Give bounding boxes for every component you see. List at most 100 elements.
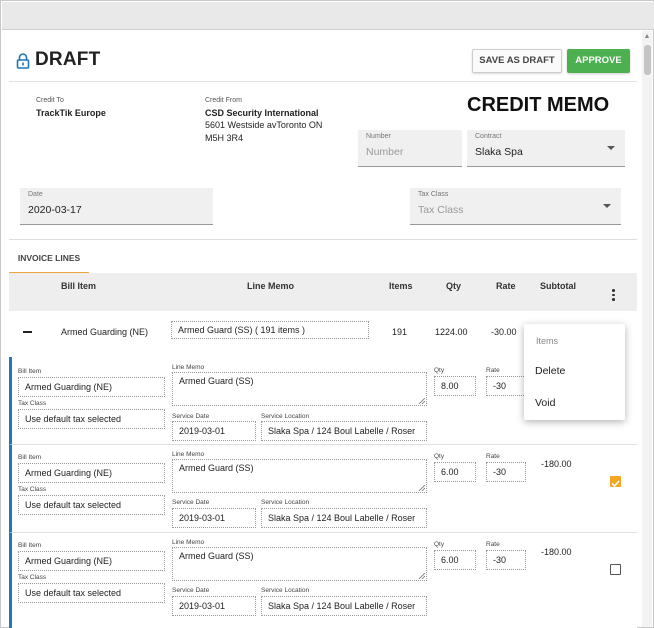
- bill-item-label: Bill Item: [18, 454, 42, 461]
- menu-item-delete[interactable]: Delete: [535, 365, 565, 377]
- tax-class-select-label: Tax Class: [418, 191, 449, 198]
- document-card: Credit To TrackTik Europe Credit From CS…: [9, 81, 637, 239]
- summary-qty: 1224.00: [435, 327, 468, 337]
- number-field[interactable]: Number Number: [358, 130, 462, 167]
- resize-grip-icon[interactable]: [419, 573, 425, 579]
- browser-frame: ▲ DRAFT SAVE AS DRAFT APPROVE Credit To …: [0, 0, 654, 628]
- approve-button[interactable]: APPROVE: [567, 49, 630, 73]
- service-location-input[interactable]: Slaka Spa / 124 Boul Labelle / Roser: [261, 596, 427, 616]
- credit-to-name: TrackTik Europe: [36, 108, 106, 118]
- rate-input[interactable]: -30: [486, 462, 526, 482]
- line-memo-text: Armed Guard (SS): [179, 551, 254, 561]
- date-field-label: Date: [28, 191, 43, 198]
- credit-from-name: CSD Security International: [205, 108, 319, 118]
- tax-class-label: Tax Class: [18, 400, 47, 407]
- qty-input[interactable]: 6.00: [434, 462, 476, 482]
- bill-item-label: Bill Item: [18, 368, 42, 375]
- line-memo-label: Line Memo: [172, 451, 205, 458]
- bill-item-label: Bill Item: [18, 542, 42, 549]
- service-location-label: Service Location: [261, 499, 310, 506]
- line-actions-menu: Items Delete Void: [524, 324, 625, 420]
- col-bill-item: Bill Item: [61, 281, 97, 291]
- line-memo-textarea[interactable]: Armed Guard (SS): [172, 547, 427, 581]
- summary-bill-item: Armed Guarding (NE): [61, 327, 149, 337]
- line-select-checkbox[interactable]: [610, 564, 621, 575]
- contract-select-value: Slaka Spa: [475, 146, 523, 158]
- tab-invoice-lines[interactable]: INVOICE LINES: [9, 250, 89, 274]
- service-date-input[interactable]: 2019-03-01: [172, 596, 256, 616]
- line-memo-label: Line Memo: [172, 364, 205, 371]
- tax-class-input[interactable]: Use default tax selected: [18, 583, 165, 603]
- line-subtotal: -180.00: [541, 459, 572, 469]
- document-type-title: CREDIT MEMO: [467, 94, 610, 116]
- resize-grip-icon[interactable]: [419, 398, 425, 404]
- bill-item-input[interactable]: Armed Guarding (NE): [18, 377, 165, 397]
- qty-label: Qty: [434, 367, 445, 374]
- credit-from-label: Credit From: [205, 97, 242, 104]
- list-item: Bill Item Armed Guarding (NE) Tax Class …: [9, 533, 637, 628]
- qty-label: Qty: [434, 541, 445, 548]
- rate-label: Rate: [486, 367, 500, 374]
- col-subtotal: Subtotal: [540, 281, 576, 291]
- service-date-label: Service Date: [172, 587, 210, 594]
- date-field-value: 2020-03-17: [28, 204, 82, 216]
- chevron-down-icon: [603, 204, 611, 208]
- line-memo-textarea[interactable]: Armed Guard (SS): [172, 459, 427, 493]
- save-as-draft-button[interactable]: SAVE AS DRAFT: [472, 49, 562, 73]
- line-select-checkbox[interactable]: [610, 476, 621, 488]
- rate-label: Rate: [486, 453, 500, 460]
- rate-input[interactable]: -30: [486, 376, 526, 396]
- rate-label: Rate: [486, 541, 500, 548]
- tax-class-input[interactable]: Use default tax selected: [18, 495, 165, 515]
- col-items: Items: [389, 281, 413, 291]
- invoice-lines-panel: INVOICE LINES Bill Item Line Memo Items …: [9, 239, 637, 628]
- service-location-label: Service Location: [261, 413, 310, 420]
- summary-line-memo[interactable]: Armed Guard (SS) ( 191 items ): [171, 321, 369, 339]
- col-rate: Rate: [496, 281, 516, 291]
- menu-header: Items: [536, 336, 559, 346]
- resize-grip-icon[interactable]: [419, 485, 425, 491]
- col-qty: Qty: [446, 281, 462, 291]
- rate-input[interactable]: -30: [486, 550, 526, 570]
- date-field[interactable]: Date 2020-03-17: [20, 188, 213, 225]
- qty-label: Qty: [434, 453, 445, 460]
- line-memo-textarea[interactable]: Armed Guard (SS): [172, 372, 427, 406]
- line-memo-text: Armed Guard (SS): [179, 376, 254, 386]
- table-header: Bill Item Line Memo Items Qty Rate Subto…: [9, 273, 637, 311]
- service-date-input[interactable]: 2019-03-01: [172, 421, 256, 441]
- collapse-minus-icon[interactable]: [23, 331, 32, 333]
- scrollbar-track[interactable]: [642, 31, 652, 627]
- credit-from-address-line1: 5601 Westside avToronto ON: [205, 120, 323, 130]
- summary-items: 191: [392, 327, 408, 337]
- qty-input[interactable]: 6.00: [434, 550, 476, 570]
- service-date-input[interactable]: 2019-03-01: [172, 508, 256, 528]
- summary-rate: -30.00: [491, 327, 517, 337]
- scroll-up-arrow-icon[interactable]: ▲: [643, 33, 651, 41]
- tax-class-label: Tax Class: [18, 486, 47, 493]
- service-location-input[interactable]: Slaka Spa / 124 Boul Labelle / Roser: [261, 508, 427, 528]
- qty-input[interactable]: 8.00: [434, 376, 476, 396]
- contract-select[interactable]: Contract Slaka Spa: [467, 130, 625, 167]
- chevron-down-icon: [607, 146, 615, 150]
- service-date-label: Service Date: [172, 499, 210, 506]
- tax-class-input[interactable]: Use default tax selected: [18, 409, 165, 429]
- menu-item-void[interactable]: Void: [535, 397, 555, 409]
- tax-class-select-placeholder: Tax Class: [418, 204, 464, 216]
- line-memo-text: Armed Guard (SS): [179, 463, 254, 473]
- more-vert-icon[interactable]: [612, 289, 616, 303]
- number-field-label: Number: [366, 133, 391, 140]
- tax-class-select[interactable]: Tax Class Tax Class: [410, 188, 621, 225]
- service-location-input[interactable]: Slaka Spa / 124 Boul Labelle / Roser: [261, 421, 427, 441]
- page-header: DRAFT SAVE AS DRAFT APPROVE: [9, 41, 637, 81]
- page-title: DRAFT: [35, 49, 101, 70]
- service-location-label: Service Location: [261, 587, 310, 594]
- service-date-label: Service Date: [172, 413, 210, 420]
- number-field-placeholder: Number: [366, 146, 404, 158]
- col-line-memo: Line Memo: [247, 281, 295, 291]
- contract-select-label: Contract: [475, 133, 502, 140]
- credit-from-address-line2: M5H 3R4: [205, 133, 244, 143]
- list-item: Bill Item Armed Guarding (NE) Tax Class …: [9, 445, 637, 533]
- bill-item-input[interactable]: Armed Guarding (NE): [18, 463, 165, 483]
- scrollbar-thumb[interactable]: [644, 45, 651, 75]
- bill-item-input[interactable]: Armed Guarding (NE): [18, 551, 165, 571]
